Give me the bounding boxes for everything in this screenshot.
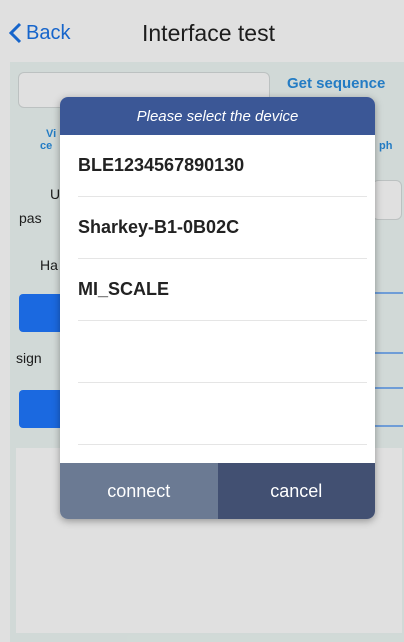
- device-list-item-empty: [78, 321, 367, 383]
- cancel-button[interactable]: cancel: [217, 463, 375, 519]
- dialog-title: Please select the device: [60, 97, 375, 135]
- device-list-item[interactable]: BLE1234567890130: [78, 135, 367, 197]
- device-list: BLE1234567890130 Sharkey-B1-0B02C MI_SCA…: [60, 135, 375, 461]
- device-list-item[interactable]: MI_SCALE: [78, 259, 367, 321]
- connect-button[interactable]: connect: [60, 463, 218, 519]
- device-select-dialog: Please select the device BLE123456789013…: [60, 97, 375, 519]
- device-list-item[interactable]: Sharkey-B1-0B02C: [78, 197, 367, 259]
- dialog-button-bar: connect cancel: [60, 463, 375, 519]
- device-list-item-empty: [78, 383, 367, 445]
